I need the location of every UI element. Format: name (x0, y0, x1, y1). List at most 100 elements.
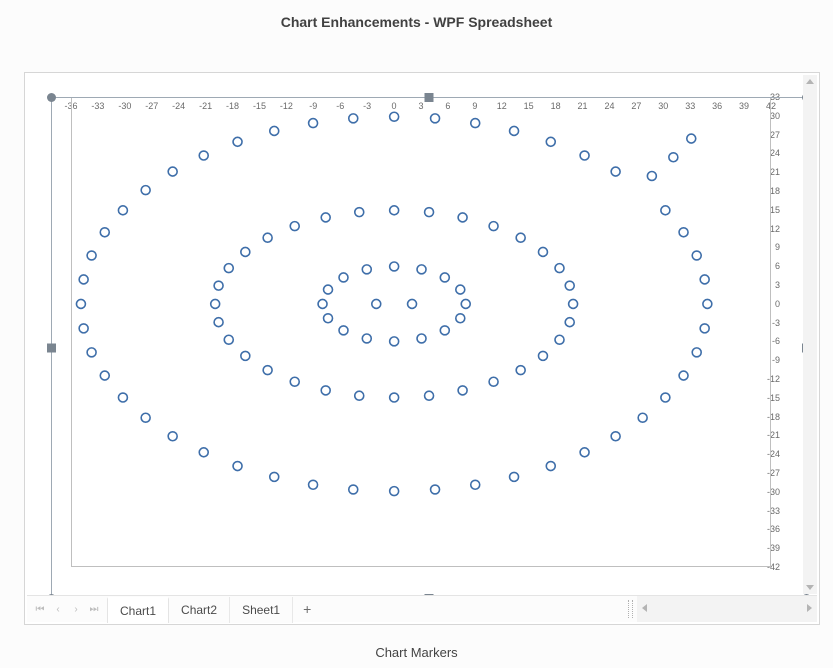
chart-marker (349, 485, 358, 494)
chart-marker (324, 314, 333, 323)
chart-marker (611, 167, 620, 176)
chart-marker (456, 285, 465, 294)
chart-marker (390, 206, 399, 215)
chart-marker (417, 265, 426, 274)
tab-nav-first-icon[interactable]: ⏮ (33, 602, 47, 616)
tab-nav-last-icon[interactable]: ⏭ (87, 602, 101, 616)
chart-marker (224, 264, 233, 273)
chart-marker (79, 275, 88, 284)
sheet-tab-sheet1[interactable]: Sheet1 (230, 597, 293, 623)
chart-marker (233, 462, 242, 471)
chart-marker (458, 213, 467, 222)
chart-marker (440, 326, 449, 335)
chart-marker (79, 324, 88, 333)
chart-marker (661, 206, 670, 215)
chart-marker (431, 485, 440, 494)
chart-marker (199, 151, 208, 160)
chart-marker (87, 348, 96, 357)
chart-marker (118, 206, 127, 215)
chart-marker (425, 391, 434, 400)
chart-marker (362, 265, 371, 274)
chart-marker (679, 228, 688, 237)
chart-marker (647, 172, 656, 181)
chart-marker (580, 448, 589, 457)
chart-marker (141, 413, 150, 422)
chart-marker (318, 299, 327, 308)
chart-marker (321, 213, 330, 222)
chart-marker (390, 337, 399, 346)
chart-marker (510, 472, 519, 481)
chart-marker (425, 208, 434, 217)
chart-marker (471, 119, 480, 128)
chart-marker (687, 134, 696, 143)
chart-marker (431, 114, 440, 123)
chart-marker (241, 351, 250, 360)
chart-marker (349, 114, 358, 123)
chart-marker (321, 386, 330, 395)
sheet-tab-chart2[interactable]: Chart2 (169, 597, 230, 623)
tab-nav-buttons: ⏮ ‹ › ⏭ (27, 596, 107, 622)
chart-marker (538, 247, 547, 256)
chart-marker (390, 393, 399, 402)
chart-marker (703, 299, 712, 308)
chart-marker (489, 222, 498, 231)
chart-marker (461, 299, 470, 308)
chart-marker (309, 119, 318, 128)
figure-caption: Chart Markers (0, 645, 833, 660)
chart-marker (100, 371, 109, 380)
chart-marker (233, 137, 242, 146)
chart-marker (692, 348, 701, 357)
chart-marker (546, 137, 555, 146)
scroll-left-icon[interactable] (642, 604, 647, 612)
add-sheet-button[interactable]: + (293, 596, 321, 622)
chart-marker (611, 432, 620, 441)
chart-marker (555, 264, 564, 273)
vertical-scrollbar[interactable] (803, 75, 817, 594)
chart-marker (516, 366, 525, 375)
scroll-down-icon[interactable] (806, 585, 814, 590)
chart-marker (290, 222, 299, 231)
chart-marker (355, 391, 364, 400)
chart-marker (263, 233, 272, 242)
scroll-right-icon[interactable] (807, 604, 812, 612)
chart-marker (456, 314, 465, 323)
chart-marker (372, 299, 381, 308)
chart-marker (118, 393, 127, 402)
chart-marker (168, 432, 177, 441)
resize-handle-mid-left[interactable] (47, 344, 56, 353)
horizontal-scrollbar[interactable] (637, 596, 817, 622)
chart-marker (569, 299, 578, 308)
chart-marker (692, 251, 701, 260)
chart-marker (440, 273, 449, 282)
chart-marker (270, 126, 279, 135)
chart-marker (417, 334, 426, 343)
chart-marker (141, 186, 150, 195)
plot-area[interactable] (71, 97, 771, 567)
chart-marker (555, 335, 564, 344)
scroll-up-icon[interactable] (806, 79, 814, 84)
chart-marker (76, 299, 85, 308)
page-title: Chart Enhancements - WPF Spreadsheet (0, 0, 833, 50)
chart-marker (489, 377, 498, 386)
chart-marker (339, 326, 348, 335)
chart-marker (214, 281, 223, 290)
chart-marker (270, 472, 279, 481)
chart-marker (324, 285, 333, 294)
scatter-plot (72, 98, 770, 566)
chart-marker (546, 462, 555, 471)
chart-object[interactable]: -36-33-30-27-24-21-18-15-12-9-6-30369121… (35, 83, 805, 586)
tab-splitter-handle[interactable] (628, 600, 633, 618)
tab-nav-next-icon[interactable]: › (69, 602, 83, 616)
tab-nav-prev-icon[interactable]: ‹ (51, 602, 65, 616)
resize-handle-top-left[interactable] (47, 93, 56, 102)
chart-marker (339, 273, 348, 282)
chart-marker (214, 318, 223, 327)
chart-marker (390, 487, 399, 496)
sheet-tab-chart1[interactable]: Chart1 (107, 597, 169, 623)
chart-marker (679, 371, 688, 380)
chart-marker (565, 318, 574, 327)
chart-marker (516, 233, 525, 242)
chart-marker (309, 480, 318, 489)
chart-marker (458, 386, 467, 395)
chart-marker (199, 448, 208, 457)
